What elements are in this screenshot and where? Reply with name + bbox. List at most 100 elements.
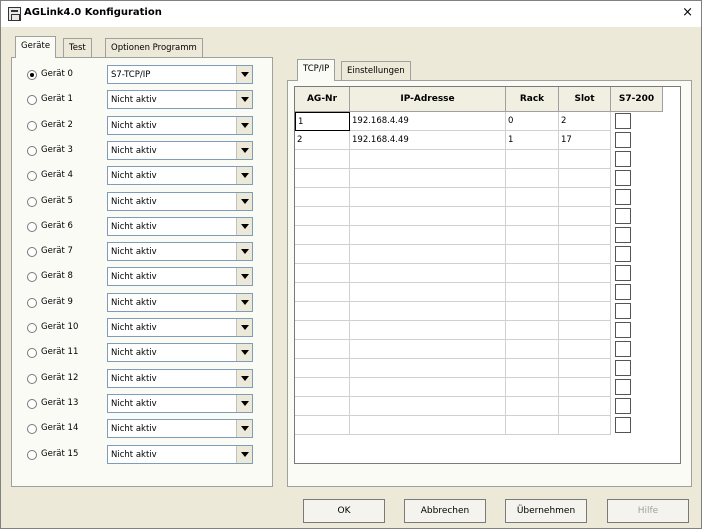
s7-200-checkbox[interactable] bbox=[615, 398, 631, 414]
device-type-select[interactable]: Nicht aktiv bbox=[107, 267, 253, 287]
device-type-select[interactable]: Nicht aktiv bbox=[107, 368, 253, 388]
tab-geraete[interactable]: Geräte bbox=[15, 36, 57, 58]
s7-200-checkbox[interactable] bbox=[615, 360, 631, 376]
cell-rack[interactable] bbox=[506, 359, 559, 378]
col-header-ag-nr[interactable]: AG-Nr bbox=[295, 87, 350, 112]
s7-200-checkbox[interactable] bbox=[615, 379, 631, 395]
cell-ip-adresse[interactable] bbox=[350, 321, 506, 340]
device-radio[interactable] bbox=[27, 247, 37, 258]
cell-ag-nr[interactable] bbox=[295, 397, 350, 416]
device-radio[interactable] bbox=[27, 120, 37, 131]
cell-ip-adresse[interactable] bbox=[350, 226, 506, 245]
s7-200-checkbox[interactable] bbox=[615, 189, 631, 205]
cell-ip-adresse[interactable] bbox=[350, 188, 506, 207]
cell-slot[interactable] bbox=[559, 264, 611, 283]
device-type-select[interactable]: Nicht aktiv bbox=[107, 444, 253, 464]
dropdown-arrow-icon[interactable] bbox=[236, 445, 252, 463]
cell-ip-adresse[interactable] bbox=[350, 397, 506, 416]
cell-ip-adresse[interactable] bbox=[350, 245, 506, 264]
s7-200-checkbox[interactable] bbox=[615, 265, 631, 281]
cell-ag-nr[interactable] bbox=[295, 188, 350, 207]
s7-200-checkbox[interactable] bbox=[615, 132, 631, 148]
device-type-select[interactable]: Nicht aktiv bbox=[107, 216, 253, 236]
cell-rack[interactable] bbox=[506, 169, 559, 188]
s7-200-checkbox[interactable] bbox=[615, 303, 631, 319]
dropdown-arrow-icon[interactable] bbox=[236, 141, 252, 159]
cell-ip-adresse[interactable] bbox=[350, 378, 506, 397]
cell-rack[interactable] bbox=[506, 283, 559, 302]
s7-200-checkbox[interactable] bbox=[615, 322, 631, 338]
cell-slot[interactable]: 17 bbox=[559, 131, 611, 150]
cell-slot[interactable] bbox=[559, 416, 611, 435]
device-radio[interactable] bbox=[27, 424, 37, 435]
device-type-select[interactable]: Nicht aktiv bbox=[107, 140, 253, 160]
cell-ip-adresse[interactable]: 192.168.4.49 bbox=[350, 131, 506, 150]
cell-rack[interactable] bbox=[506, 264, 559, 283]
dropdown-arrow-icon[interactable] bbox=[236, 369, 252, 387]
dropdown-arrow-icon[interactable] bbox=[236, 420, 252, 438]
device-radio[interactable] bbox=[27, 196, 37, 207]
cell-ip-adresse[interactable] bbox=[350, 150, 506, 169]
s7-200-checkbox[interactable] bbox=[615, 246, 631, 262]
device-type-select[interactable]: Nicht aktiv bbox=[107, 242, 253, 262]
dropdown-arrow-icon[interactable] bbox=[236, 91, 252, 109]
cell-rack[interactable] bbox=[506, 416, 559, 435]
s7-200-checkbox[interactable] bbox=[615, 151, 631, 167]
cell-ip-adresse[interactable]: 192.168.4.49 bbox=[350, 112, 506, 131]
s7-200-checkbox[interactable] bbox=[615, 227, 631, 243]
device-radio[interactable] bbox=[27, 348, 37, 359]
dropdown-arrow-icon[interactable] bbox=[236, 116, 252, 134]
dropdown-arrow-icon[interactable] bbox=[236, 268, 252, 286]
cell-slot[interactable] bbox=[559, 245, 611, 264]
cell-rack[interactable] bbox=[506, 188, 559, 207]
ok-button[interactable]: OK bbox=[303, 499, 385, 523]
cell-ip-adresse[interactable] bbox=[350, 359, 506, 378]
device-type-select[interactable]: Nicht aktiv bbox=[107, 343, 253, 363]
col-header-ip-adresse[interactable]: IP-Adresse bbox=[350, 87, 506, 112]
cell-ip-adresse[interactable] bbox=[350, 302, 506, 321]
cell-ag-nr[interactable] bbox=[295, 226, 350, 245]
col-header-rack[interactable]: Rack bbox=[506, 87, 559, 112]
hilfe-button[interactable]: Hilfe bbox=[607, 499, 689, 523]
cell-slot[interactable] bbox=[559, 321, 611, 340]
cell-ag-nr[interactable] bbox=[295, 340, 350, 359]
dropdown-arrow-icon[interactable] bbox=[236, 293, 252, 311]
dropdown-arrow-icon[interactable] bbox=[236, 243, 252, 261]
device-radio[interactable] bbox=[27, 145, 37, 156]
device-radio[interactable] bbox=[27, 449, 37, 460]
cell-slot[interactable] bbox=[559, 188, 611, 207]
device-radio[interactable] bbox=[27, 272, 37, 283]
dropdown-arrow-icon[interactable] bbox=[236, 319, 252, 336]
device-type-select[interactable]: Nicht aktiv bbox=[107, 292, 253, 312]
dropdown-arrow-icon[interactable] bbox=[236, 66, 252, 83]
cell-rack[interactable]: 1 bbox=[506, 131, 559, 150]
device-radio[interactable] bbox=[27, 221, 37, 232]
s7-200-checkbox[interactable] bbox=[615, 417, 631, 433]
cell-rack[interactable] bbox=[506, 245, 559, 264]
cell-slot[interactable] bbox=[559, 378, 611, 397]
cell-ag-nr[interactable]: 2 bbox=[295, 131, 350, 150]
cell-ag-nr[interactable] bbox=[295, 283, 350, 302]
tab-test[interactable]: Test bbox=[63, 38, 92, 58]
dropdown-arrow-icon[interactable] bbox=[236, 167, 252, 185]
cell-ip-adresse[interactable] bbox=[350, 416, 506, 435]
col-header-slot[interactable]: Slot bbox=[559, 87, 611, 112]
cell-rack[interactable] bbox=[506, 397, 559, 416]
cell-ip-adresse[interactable] bbox=[350, 340, 506, 359]
s7-200-checkbox[interactable] bbox=[615, 341, 631, 357]
cell-rack[interactable] bbox=[506, 150, 559, 169]
cell-ag-nr[interactable] bbox=[295, 207, 350, 226]
dropdown-arrow-icon[interactable] bbox=[236, 217, 252, 235]
device-radio[interactable] bbox=[27, 398, 37, 409]
cell-ip-adresse[interactable] bbox=[350, 207, 506, 226]
device-type-select[interactable]: Nicht aktiv bbox=[107, 318, 253, 337]
connection-grid[interactable]: AG-Nr IP-Adresse Rack Slot S7-200 1 192.1… bbox=[294, 86, 681, 464]
device-type-select[interactable]: Nicht aktiv bbox=[107, 166, 253, 186]
cell-slot[interactable] bbox=[559, 150, 611, 169]
device-type-select[interactable]: Nicht aktiv bbox=[107, 393, 253, 413]
device-radio[interactable] bbox=[27, 323, 37, 333]
cell-ag-nr[interactable] bbox=[295, 169, 350, 188]
cell-rack[interactable] bbox=[506, 226, 559, 245]
cell-ag-nr[interactable] bbox=[295, 416, 350, 435]
cell-slot[interactable] bbox=[559, 302, 611, 321]
